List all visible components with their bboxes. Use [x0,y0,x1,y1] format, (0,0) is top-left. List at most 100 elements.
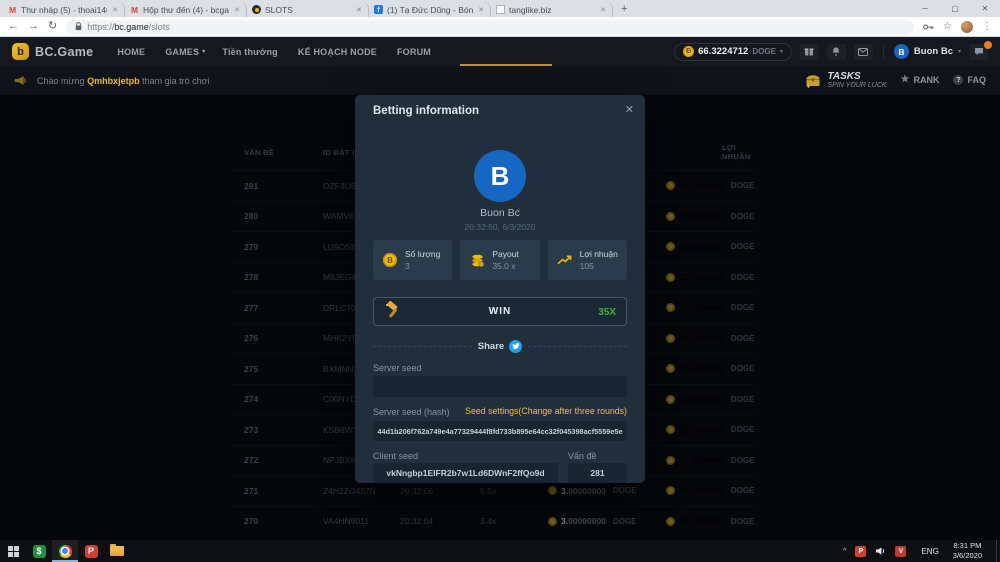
taskbar-clock[interactable]: 8:31 PM 3/6/2020 [953,541,982,561]
share-button[interactable]: Share [478,340,522,353]
faq-link[interactable]: ? FAQ [953,75,986,85]
toolbar-right: ☆ ⋮ [923,21,992,33]
show-desktop-button[interactable] [996,540,1000,562]
url-text: https://bc.game/slots [87,22,170,32]
rank-label: RANK [913,75,939,85]
seed-settings-link[interactable]: Seed settings(Change after three rounds) [465,406,627,416]
taskbar-app-explorer[interactable] [104,540,130,562]
back-button[interactable]: ← [8,21,19,32]
gift-icon [804,47,814,56]
nav-item[interactable]: HOME [117,37,148,66]
chat-button[interactable] [969,44,988,60]
cell-profit: 22.5000000 DOGE [650,425,756,435]
profit-value: 46.5000000 [679,333,724,343]
maximize-button[interactable]: ▢ [940,0,970,17]
volume-icon[interactable] [875,546,886,556]
browser-tab[interactable]: (1) Tạ Đức Dũng - Bóng Thanh N ✕ [369,2,491,17]
divider [883,45,884,59]
start-button[interactable] [0,540,26,562]
tab-close-icon[interactable]: ✕ [477,6,485,14]
user-menu[interactable]: B Buon Bc ▾ [894,44,961,59]
browser-tab[interactable]: SLOTS ✕ [247,2,369,17]
bookmark-star-icon[interactable]: ☆ [943,21,952,32]
server-seed-hash-label: Server seed (hash) [373,407,450,417]
brand-logo[interactable]: b BC.Game [12,43,93,60]
taskbar-app-pinterest[interactable]: P [78,540,104,562]
tab-favicon-icon [374,5,383,14]
profit-zeros: 0000000 [691,364,724,374]
col-issue: VẤN ĐỀ [232,148,310,157]
stat-amount: B Số lượng 3 [373,240,452,280]
address-bar[interactable]: https://bc.game/slots [66,20,914,34]
language-indicator[interactable]: ENG [921,547,938,556]
browser-profile-avatar[interactable] [961,21,973,33]
tasks-link[interactable]: TASKS SPIN YOUR LUCK [804,71,887,91]
tray-v-app-icon[interactable]: V [895,546,906,557]
messages-button[interactable] [854,44,873,60]
browser-tab[interactable]: Thư nháp (5) - thoai14071997@ ✕ [3,2,125,17]
profit-main: 16.5 [679,486,696,496]
cell-issue: 270 [232,516,310,526]
reload-button[interactable]: ↻ [48,21,57,32]
notifications-button[interactable] [827,44,846,60]
envelope-icon [858,48,868,56]
tab-close-icon[interactable]: ✕ [355,6,363,14]
tray-pinterest-icon[interactable]: P [855,546,866,557]
close-button[interactable]: ✕ [970,0,1000,17]
bet-value: 3.00000000 [561,486,606,496]
tray-expand-icon[interactable]: ^ [843,548,846,555]
tab-title: SLOTS [265,5,351,15]
cell-payout: 5.5x [455,486,520,496]
header-right: Ð 66.3224712 DOGE ▾ [674,43,988,61]
cell-issue: 275 [232,364,310,374]
minimize-button[interactable]: ─ [910,0,940,17]
coin-icon [548,517,557,526]
folder-icon [110,546,124,556]
tab-close-icon[interactable]: ✕ [111,6,119,14]
cell-time: 20:32:06 [390,486,455,496]
nav-item[interactable]: FORUM [397,37,434,66]
balance-selector[interactable]: Ð 66.3224712 DOGE ▾ [674,43,792,61]
cell-issue: 276 [232,333,310,343]
system-tray: ^ P V ENG 8:31 PM 3/6/2020 [843,540,1000,562]
stat-profit: Lợi nhuận 105 [548,240,627,280]
tab-close-icon[interactable]: ✕ [233,6,241,14]
tab-title: (1) Tạ Đức Dũng - Bóng Thanh N [387,5,473,15]
cell-profit: 16.5000000 DOGE [650,486,756,496]
chat-icon [974,47,984,56]
client-seed-field[interactable]: vkNngbp1ElFR2b7w1Ld6DWnF2ffQo9d [373,463,558,483]
nav-item-label: KẾ HOẠCH NODE [298,47,377,57]
browser-menu-icon[interactable]: ⋮ [982,21,992,32]
nav-item-label: GAMES [165,47,199,57]
url-scheme: https:// [87,22,114,32]
profit-currency: DOGE [731,395,755,404]
forward-button[interactable]: → [28,21,39,32]
tab-close-icon[interactable]: ✕ [599,6,607,14]
modal-close-icon[interactable]: ✕ [625,103,634,116]
nav-item[interactable]: KẾ HOẠCH NODE [298,37,380,66]
rank-link[interactable]: ★ RANK [901,75,940,85]
nav-item[interactable]: Tiền thưởng [222,37,280,66]
nonce-field[interactable]: 281 [568,463,627,483]
profit-main: 12. [679,455,691,465]
cell-profit: 0.00000000 DOGE [650,211,756,221]
doge-coin-icon: Ð [683,46,694,57]
browser-tab[interactable]: tanglike.biz ✕ [491,2,613,17]
bell-icon [831,46,841,57]
taskbar-app-chrome[interactable] [52,540,78,562]
profit-currency: DOGE [731,242,755,251]
twitter-icon[interactable] [509,340,522,353]
browser-tab[interactable]: Hộp thư đến (4) - bcgameboun ✕ [125,2,247,17]
modal-stats: B Số lượng 3 [373,240,627,280]
stat-value: 3 [405,261,440,271]
tasks-texts: TASKS SPIN YOUR LUCK [828,71,887,91]
nav-item[interactable]: GAMES ▾ [165,37,205,66]
rewards-button[interactable] [800,44,819,60]
server-seed-hash-field[interactable]: 44d1b206f762a749e4a77329444f8fd733b895e6… [373,421,627,441]
nav-item-label: HOME [117,47,145,57]
table-row[interactable]: 270 VA4HN9011 20:32:04 3.4x 3.00000000 D… [232,506,756,537]
new-tab-button[interactable]: + [621,3,627,15]
server-seed-field[interactable] [373,376,627,397]
taskbar-app-money[interactable]: $ [26,540,52,562]
key-icon[interactable] [923,23,934,31]
